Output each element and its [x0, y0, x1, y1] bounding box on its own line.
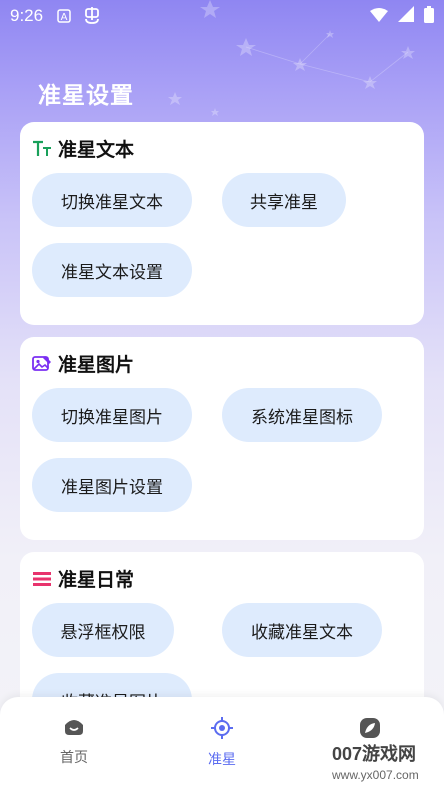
crosshair-icon [211, 717, 233, 743]
crosshair-text-settings-button[interactable]: 准星文本设置 [32, 243, 192, 297]
switch-crosshair-image-button[interactable]: 切换准星图片 [32, 388, 192, 442]
nav-label-home: 首页 [60, 750, 88, 766]
card-title: 准星日常 [58, 569, 135, 591]
image-edit-icon [32, 354, 52, 374]
page-title: 准星设置 [38, 83, 134, 109]
card-title: 准星文本 [58, 139, 135, 161]
home-icon [63, 717, 85, 741]
nav-label-crosshair: 准星 [208, 752, 236, 768]
system-crosshair-icons-button[interactable]: 系统准星图标 [222, 388, 382, 442]
card-header: 准星日常 [32, 565, 134, 592]
status-bar: 9:26 A [0, 0, 444, 32]
card-crosshair-image: 准星图片 切换准星图片 系统准星图标 准星图片设置 [20, 337, 424, 540]
svg-text:A: A [61, 12, 68, 23]
status-time: 9:26 [10, 6, 44, 25]
watermark-title: 007游戏网 [332, 744, 417, 764]
card-header: 准星文本 [32, 135, 134, 162]
status-right-icons [370, 5, 434, 27]
card-title: 准星图片 [58, 354, 135, 376]
wifi-icon [370, 7, 388, 26]
battery-icon [424, 5, 434, 27]
notification-a-icon: A [57, 9, 71, 23]
card-header: 准星图片 [32, 350, 134, 377]
floating-window-permission-button[interactable]: 悬浮框权限 [32, 603, 174, 657]
nav-item-crosshair[interactable]: 准星 [182, 717, 262, 769]
share-crosshair-button[interactable]: 共享准星 [222, 173, 346, 227]
nav-item-home[interactable]: 首页 [34, 717, 114, 767]
switch-crosshair-text-button[interactable]: 切换准星文本 [32, 173, 192, 227]
list-icon [32, 569, 52, 589]
site-watermark: 007游戏网 www.yx007.com [332, 740, 419, 782]
watermark-url: www.yx007.com [332, 768, 419, 782]
text-size-icon [32, 139, 52, 159]
crosshair-image-settings-button[interactable]: 准星图片设置 [32, 458, 192, 512]
signal-icon [398, 6, 414, 26]
card-crosshair-text: 准星文本 切换准星文本 共享准星 准星文本设置 [20, 122, 424, 325]
notification-app-icon [83, 7, 101, 25]
favorite-crosshair-text-button[interactable]: 收藏准星文本 [222, 603, 382, 657]
